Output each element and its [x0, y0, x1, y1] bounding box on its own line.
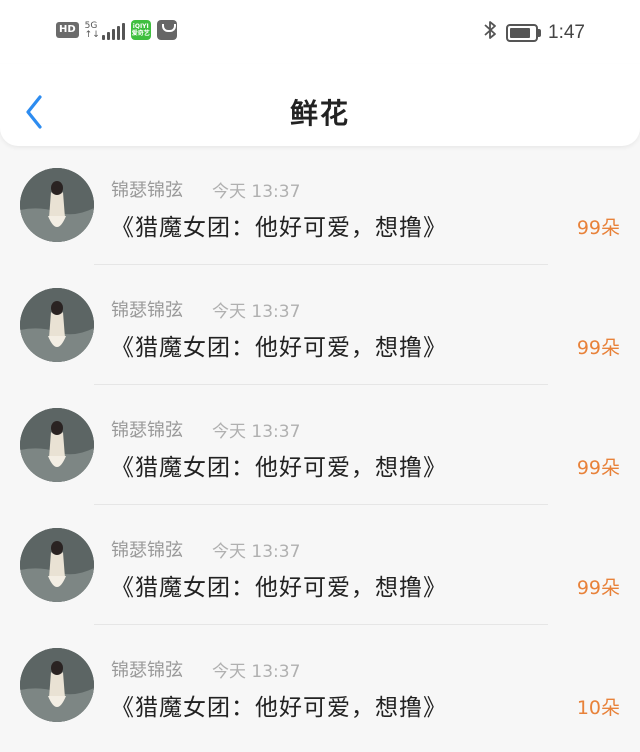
timestamp: 今天 13:37: [212, 542, 301, 562]
battery-icon: [506, 23, 542, 42]
work-title[interactable]: 《猎魔女团：他好可爱，想撸》: [111, 328, 447, 362]
author-name: 锦瑟锦弦: [111, 180, 183, 201]
network-arrows: ↑↓: [84, 30, 100, 40]
page-title: 鲜花: [289, 97, 350, 130]
work-title[interactable]: 《猎魔女团：他好可爱，想撸》: [111, 448, 447, 482]
list-item[interactable]: 锦瑟锦弦 今天 13:37 《猎魔女团：他好可爱，想撸》 99朵: [0, 390, 640, 510]
status-left: HD 5G ↑↓ iQIYI 爱奇艺: [56, 20, 177, 40]
timestamp: 今天 13:37: [212, 302, 301, 322]
signal-icon: 5G ↑↓: [85, 20, 125, 40]
author-name: 锦瑟锦弦: [111, 540, 183, 561]
divider: [94, 624, 548, 625]
divider: [94, 384, 548, 385]
hd-icon: HD: [56, 22, 79, 38]
list-item[interactable]: 锦瑟锦弦 今天 13:37 《猎魔女团：他好可爱，想撸》 99朵: [0, 150, 640, 270]
author-name: 锦瑟锦弦: [111, 420, 183, 441]
list-item[interactable]: 锦瑟锦弦 今天 13:37 《猎魔女团：他好可爱，想撸》 99朵: [0, 270, 640, 390]
nav-header: 鲜花: [0, 64, 640, 146]
timestamp: 今天 13:37: [212, 182, 301, 202]
timestamp: 今天 13:37: [212, 662, 301, 682]
iqiyi-app-icon: iQIYI 爱奇艺: [130, 20, 151, 40]
avatar[interactable]: [20, 648, 94, 722]
status-bar: HD 5G ↑↓ iQIYI 爱奇艺 1:47: [0, 0, 640, 64]
author-name: 锦瑟锦弦: [111, 660, 183, 681]
flower-count: 10朵: [576, 697, 620, 719]
author-name: 锦瑟锦弦: [111, 300, 183, 321]
divider: [94, 504, 548, 505]
avatar[interactable]: [20, 168, 94, 242]
avatar[interactable]: [20, 288, 94, 362]
status-right: 1:47: [484, 20, 585, 45]
work-title[interactable]: 《猎魔女团：他好可爱，想撸》: [111, 568, 447, 602]
flower-count: 99朵: [576, 577, 620, 599]
shopping-bag-icon: [156, 20, 177, 40]
divider: [94, 264, 548, 265]
flower-count: 99朵: [576, 217, 620, 239]
bluetooth-icon: [484, 20, 496, 45]
flower-count: 99朵: [576, 457, 620, 479]
clock: 1:47: [548, 21, 585, 43]
list-item[interactable]: 锦瑟锦弦 今天 13:37 《猎魔女团：他好可爱，想撸》 99朵: [0, 510, 640, 630]
avatar[interactable]: [20, 408, 94, 482]
timestamp: 今天 13:37: [212, 422, 301, 442]
list-item[interactable]: 锦瑟锦弦 今天 13:37 《猎魔女团：他好可爱，想撸》 10朵: [0, 630, 640, 750]
flower-list: 锦瑟锦弦 今天 13:37 《猎魔女团：他好可爱，想撸》 99朵 锦瑟锦弦 今天…: [0, 150, 640, 750]
work-title[interactable]: 《猎魔女团：他好可爱，想撸》: [111, 688, 447, 722]
avatar[interactable]: [20, 528, 94, 602]
work-title[interactable]: 《猎魔女团：他好可爱，想撸》: [111, 208, 447, 242]
flower-count: 99朵: [576, 337, 620, 359]
